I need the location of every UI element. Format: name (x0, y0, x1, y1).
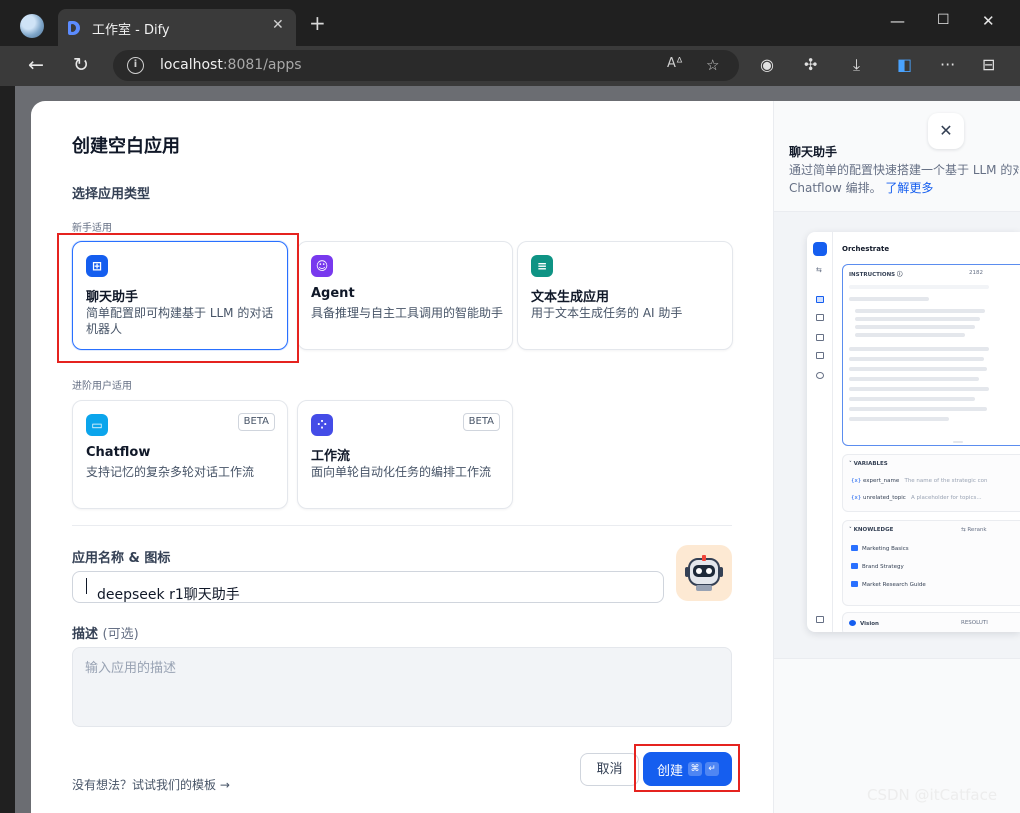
description-placeholder: 输入应用的描述 (85, 661, 177, 676)
card-title: 文本生成应用 (531, 290, 610, 305)
beta-badge: BETA (462, 413, 500, 431)
mockup-sidebar: ⇆ (807, 232, 833, 632)
maximize-icon[interactable]: ☐ (937, 12, 950, 28)
app-name-input[interactable]: deepseek r1聊天助手 (72, 571, 664, 603)
mockup-knowledge-label: ˅ KNOWLEDGE (849, 527, 894, 533)
mockup-knowledge: ˅ KNOWLEDGE ⇆ Rerank Marketing Basics Br… (842, 520, 1020, 606)
group-label-advanced: 进阶用户适用 (72, 381, 132, 392)
card-desc: 用于文本生成任务的 AI 助手 (531, 306, 683, 320)
card-desc: 支持记忆的复杂多轮对话工作流 (86, 465, 255, 479)
browser-titlebar: 工作室 - Dify ✕ + — ☐ ✕ (0, 0, 1020, 46)
favorite-star-icon[interactable]: ☆ (706, 56, 719, 74)
app-type-heading: 选择应用类型 (72, 187, 151, 202)
mockup-nav-icon (816, 296, 824, 303)
modal-title: 创建空白应用 (72, 136, 180, 157)
beta-badge: BETA (237, 413, 275, 431)
minimize-icon[interactable]: — (890, 12, 905, 30)
mockup-swap-icon: ⇆ (816, 266, 822, 274)
card-title: Agent (311, 286, 355, 301)
app-type-card-chatflow[interactable]: ▭ BETA Chatflow 支持记忆的复杂多轮对话工作流 (72, 400, 288, 509)
mockup-knowledge-row: Market Research Guide (851, 581, 926, 588)
preview-title: 聊天助手 (789, 145, 838, 159)
mockup-knowledge-row: Brand Strategy (851, 563, 904, 570)
mockup-knowledge-row: Marketing Basics (851, 545, 909, 552)
group-label-beginner: 新手适用 (72, 223, 112, 234)
site-info-icon[interactable]: i (127, 57, 144, 74)
text-generation-icon: ≡ (531, 255, 553, 277)
mockup-vision-label: Vision (849, 620, 879, 627)
profile-avatar-icon[interactable] (20, 14, 44, 38)
page-viewport: 创建空白应用 选择应用类型 新手适用 ⊞ 聊天助手 简单配置即可构建基于 LLM… (15, 86, 1020, 813)
app-type-card-text-generation[interactable]: ≡ 文本生成应用 用于文本生成任务的 AI 助手 (517, 241, 733, 350)
more-menu-icon[interactable]: ··· (940, 55, 955, 74)
downloads-icon[interactable]: ⤓ (853, 55, 860, 75)
url-text: localhost:8081/apps (160, 57, 302, 73)
chatflow-icon: ▭ (86, 414, 108, 436)
highlight-box-chatbot (57, 233, 299, 363)
create-app-form: 创建空白应用 选择应用类型 新手适用 ⊞ 聊天助手 简单配置即可构建基于 LLM… (31, 101, 773, 813)
browser-toolbar: ← ↻ i localhost:8081/apps Aᐞ ☆ ◉ ✣ ⤓ ◧ ·… (0, 46, 1020, 86)
cancel-button[interactable]: 取消 (580, 753, 639, 786)
address-bar[interactable]: i localhost:8081/apps Aᐞ ☆ (113, 50, 739, 81)
mockup-title: Orchestrate (842, 245, 890, 253)
mockup-variables: ˅ VARIABLES {x} expert_name The name of … (842, 454, 1020, 512)
mockup-nav-icon (816, 372, 824, 379)
app-type-card-agent[interactable]: ☺ Agent 具备推理与自主工具调用的智能助手 (297, 241, 513, 350)
tab-close-icon[interactable]: ✕ (272, 17, 284, 33)
mockup-nav-icon (816, 334, 824, 341)
card-desc: 具备推理与自主工具调用的智能助手 (311, 306, 504, 320)
card-title: 工作流 (311, 449, 351, 464)
window-close-icon[interactable]: ✕ (982, 12, 995, 30)
mockup-count: 2182 (969, 270, 983, 276)
mockup-nav-icon (816, 616, 824, 623)
extensions-puzzle-icon[interactable]: ✣ (804, 55, 817, 74)
app-icon-picker[interactable] (676, 545, 732, 601)
dify-favicon-icon (68, 21, 80, 35)
mockup-nav-icon (816, 352, 824, 359)
mockup-logo-icon (813, 242, 827, 256)
mockup-instructions-label: INSTRUCTIONS ⓘ (849, 272, 903, 278)
watermark-text: CSDN @itCatface (867, 786, 998, 804)
section-divider (72, 525, 732, 526)
edge-feature-icon[interactable]: ◧ (897, 55, 912, 74)
orchestrate-mockup: ⇆ Orchestrate INSTRUCTIONS ⓘ 2182 ˅ VARI… (807, 232, 1020, 632)
workflow-icon: ⁘ (311, 414, 333, 436)
description-textarea[interactable]: 输入应用的描述 (72, 647, 732, 727)
mockup-variables-label: ˅ VARIABLES (849, 461, 888, 467)
preview-description: 通过简单的配置快速搭建一个基于 LLM 的对话机器人 Chatflow 编排。 … (789, 163, 1019, 195)
preview-screenshot: ⇆ Orchestrate INSTRUCTIONS ⓘ 2182 ˅ VARI… (774, 211, 1020, 659)
tab-title: 工作室 - Dify (92, 23, 170, 38)
app-name-value: deepseek r1聊天助手 (85, 578, 240, 603)
app-name-label: 应用名称 & 图标 (72, 551, 171, 566)
refresh-icon[interactable]: ↻ (73, 54, 89, 76)
mockup-variable-row: {x} expert_name The name of the strategi… (851, 478, 988, 484)
new-tab-icon[interactable]: + (309, 13, 326, 33)
robot-avatar-icon (685, 555, 723, 591)
try-templates-link[interactable]: 没有想法？试试我们的模板 → (72, 776, 230, 793)
browser-tab-active[interactable]: 工作室 - Dify ✕ (58, 9, 296, 46)
app-type-card-workflow[interactable]: ⁘ BETA 工作流 面向单轮自动化任务的编排工作流 (297, 400, 513, 509)
mockup-rerank: ⇆ Rerank (961, 527, 987, 533)
mockup-instructions: INSTRUCTIONS ⓘ 2182 (842, 264, 1020, 446)
back-icon[interactable]: ← (28, 54, 44, 76)
mockup-vision: Vision RESOLUTI (842, 612, 1020, 632)
description-label: 描述 (可选) (72, 627, 139, 642)
agent-icon: ☺ (311, 255, 333, 277)
mockup-variable-row: {x} unrelated_topic A placeholder for to… (851, 495, 982, 501)
mockup-nav-icon (816, 314, 824, 321)
close-modal-button[interactable]: ✕ (928, 113, 964, 149)
sidebar-toggle-icon[interactable]: ⊟ (982, 55, 995, 74)
card-title: Chatflow (86, 445, 151, 460)
learn-more-link[interactable]: 了解更多 (885, 181, 933, 195)
card-desc: 面向单轮自动化任务的编排工作流 (311, 465, 492, 479)
highlight-box-create (634, 744, 740, 792)
read-aloud-icon[interactable]: Aᐞ (667, 56, 683, 71)
extension-record-icon[interactable]: ◉ (760, 55, 774, 74)
mockup-resolution: RESOLUTI (961, 620, 988, 626)
